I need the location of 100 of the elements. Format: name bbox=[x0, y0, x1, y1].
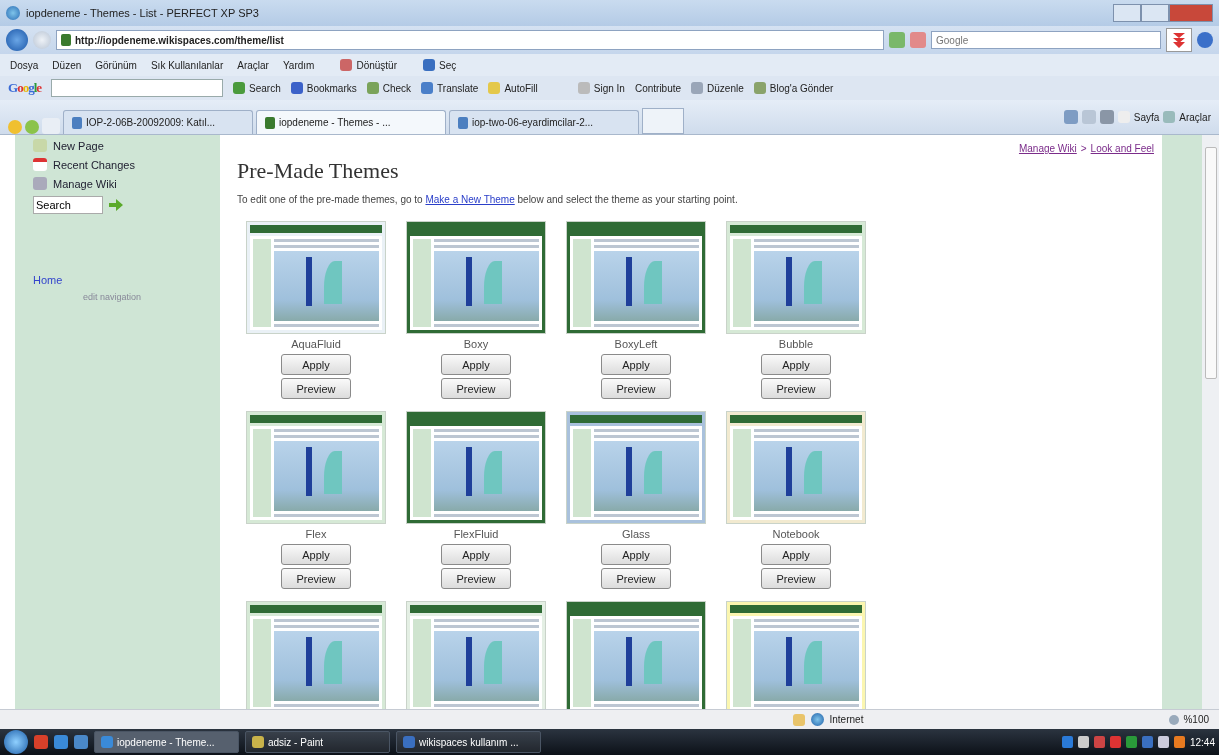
taskbar-label: iopdeneme - Theme... bbox=[117, 736, 215, 748]
clock: 12:44 bbox=[1189, 736, 1215, 748]
make-theme-link[interactable]: Make a New Theme bbox=[425, 194, 515, 205]
sidebar-link[interactable]: New Page bbox=[53, 139, 104, 152]
intro-text: To edit one of the pre-made themes, go to Make a New Theme below and select the theme as your starting point. bbox=[237, 194, 739, 205]
page-heading: Pre-Made Themes bbox=[237, 158, 400, 184]
taskbar-button[interactable]: wikispaces kullanım ... bbox=[396, 731, 541, 753]
preview-button[interactable]: Preview bbox=[601, 378, 671, 399]
scrollbar[interactable] bbox=[1202, 135, 1219, 709]
toolbar-button[interactable]: Sayfa bbox=[1133, 111, 1160, 123]
browser-tab[interactable]: iop-two-06-eyardimcilar-2... bbox=[449, 110, 639, 134]
apply-button[interactable]: Apply bbox=[601, 354, 671, 375]
theme-thumbnail-drawing[interactable] bbox=[566, 221, 706, 334]
preview-button[interactable]: Preview bbox=[281, 568, 351, 589]
tray-icon bbox=[1125, 736, 1137, 748]
preview-button[interactable]: Preview bbox=[761, 378, 831, 399]
theme-thumbnail-drawing[interactable] bbox=[246, 221, 386, 334]
apply-button[interactable]: Apply bbox=[281, 544, 351, 565]
toolbar-button[interactable]: Contribute bbox=[634, 82, 682, 94]
menu-item[interactable]: Dosya bbox=[10, 59, 39, 71]
browser-tab[interactable]: iopdeneme - Themes - ... bbox=[256, 110, 446, 134]
theme-thumbnail-drawing[interactable] bbox=[566, 411, 706, 524]
toolbar-button[interactable]: Bookmarks bbox=[306, 82, 357, 94]
tray-icon bbox=[1061, 736, 1073, 748]
toolbar-button[interactable]: Translate bbox=[437, 82, 479, 94]
toolbar-button[interactable]: Dönüştür bbox=[356, 59, 397, 71]
theme-thumbnail-drawing[interactable] bbox=[246, 411, 386, 524]
tray-icon bbox=[1077, 736, 1089, 748]
taskbar-button[interactable]: iopdeneme - Theme... bbox=[94, 731, 239, 753]
theme-thumbnail-drawing[interactable] bbox=[726, 601, 866, 709]
zoom-level[interactable]: %100 bbox=[1183, 714, 1209, 725]
web-search-field[interactable]: Google bbox=[931, 31, 1161, 49]
toolbar-button[interactable]: Düzenle bbox=[707, 82, 744, 94]
tab-label: IOP-2-06B-20092009: Katıl... bbox=[86, 117, 215, 128]
menu-item[interactable]: Sık Kullanılanlar bbox=[150, 59, 224, 71]
theme-thumbnail-drawing[interactable] bbox=[406, 221, 546, 334]
tab-label: iopdeneme - Themes - ... bbox=[279, 117, 391, 128]
tray-icon bbox=[1157, 736, 1169, 748]
menu-item[interactable]: Görünüm bbox=[95, 59, 137, 71]
theme-name: Glass bbox=[621, 528, 651, 541]
breadcrumb-link[interactable]: Look and Feel bbox=[1090, 143, 1154, 154]
toolbar-button[interactable]: Check bbox=[382, 82, 412, 94]
toolbar-button[interactable]: Sign In bbox=[593, 82, 625, 94]
toolbar-button[interactable]: AutoFill bbox=[504, 82, 538, 94]
toolbar-button[interactable]: Araçlar bbox=[1179, 111, 1211, 123]
apply-button[interactable]: Apply bbox=[761, 354, 831, 375]
google-logo: Google bbox=[8, 80, 42, 96]
menu-item[interactable]: Düzen bbox=[52, 59, 82, 71]
address-field[interactable]: http://iopdeneme.wikispaces.com/theme/list bbox=[56, 30, 884, 50]
apply-button[interactable]: Apply bbox=[761, 544, 831, 565]
tray-icon bbox=[1173, 736, 1185, 748]
preview-button[interactable]: Preview bbox=[601, 568, 671, 589]
apply-button[interactable]: Apply bbox=[601, 544, 671, 565]
url-text: http://iopdeneme.wikispaces.com/theme/list bbox=[75, 34, 284, 46]
theme-name: Notebook bbox=[772, 528, 820, 541]
apply-button[interactable]: Apply bbox=[441, 544, 511, 565]
sidebar-link[interactable]: Manage Wiki bbox=[53, 177, 117, 190]
theme-name: Boxy bbox=[463, 338, 489, 351]
preview-button[interactable]: Preview bbox=[441, 378, 511, 399]
zone-label: Internet bbox=[829, 714, 864, 725]
window-title: iopdeneme - Themes - List - PERFECT XP SP3 bbox=[26, 7, 259, 19]
toolbar-button[interactable]: Search bbox=[249, 82, 281, 94]
calendar-icon bbox=[33, 158, 47, 171]
tray-icon bbox=[1109, 736, 1121, 748]
search-icon bbox=[1197, 32, 1213, 48]
breadcrumb-separator: > bbox=[1080, 143, 1087, 154]
preview-button[interactable]: Preview bbox=[281, 378, 351, 399]
sidebar-link[interactable]: Recent Changes bbox=[53, 158, 135, 171]
menu-item[interactable]: Yardım bbox=[282, 59, 315, 71]
theme-name: AquaFluid bbox=[291, 338, 341, 351]
theme-name: BoxyLeft bbox=[614, 338, 658, 351]
taskbar-label: adsiz - Paint bbox=[268, 736, 324, 748]
theme-thumbnail-drawing[interactable] bbox=[406, 411, 546, 524]
theme-thumbnail-drawing[interactable] bbox=[246, 601, 386, 709]
preview-button[interactable]: Preview bbox=[761, 568, 831, 589]
toolbar-button[interactable]: Blog'a Gönder bbox=[769, 82, 834, 94]
tab-label: iop-two-06-eyardimcilar-2... bbox=[472, 117, 594, 128]
maximize-button[interactable] bbox=[1141, 4, 1169, 22]
google-search-field[interactable] bbox=[51, 79, 224, 97]
tray-icon bbox=[1141, 736, 1153, 748]
globe-icon bbox=[810, 713, 824, 726]
theme-name: FlexFluid bbox=[453, 528, 499, 541]
apply-button[interactable]: Apply bbox=[441, 354, 511, 375]
forward-icon bbox=[33, 31, 51, 49]
taskbar-label: wikispaces kullanım ... bbox=[419, 736, 519, 748]
minimize-button[interactable] bbox=[1113, 4, 1141, 22]
theme-thumbnail-drawing[interactable] bbox=[726, 221, 866, 334]
theme-name: Bubble bbox=[778, 338, 814, 351]
toolbar-button[interactable]: Seç bbox=[439, 59, 457, 71]
sidebar-search-field[interactable]: Search bbox=[33, 196, 103, 214]
theme-thumbnail-drawing[interactable] bbox=[406, 601, 546, 709]
apply-button[interactable]: Apply bbox=[281, 354, 351, 375]
breadcrumb-link[interactable]: Manage Wiki bbox=[1018, 143, 1077, 154]
browser-tab[interactable]: IOP-2-06B-20092009: Katıl... bbox=[63, 110, 253, 134]
theme-thumbnail-drawing[interactable] bbox=[566, 601, 706, 709]
preview-button[interactable]: Preview bbox=[441, 568, 511, 589]
menu-item[interactable]: Araçlar bbox=[237, 59, 269, 71]
theme-thumbnail-drawing[interactable] bbox=[726, 411, 866, 524]
taskbar-button[interactable]: adsiz - Paint bbox=[245, 731, 390, 753]
nav-link[interactable]: Home bbox=[33, 274, 220, 286]
